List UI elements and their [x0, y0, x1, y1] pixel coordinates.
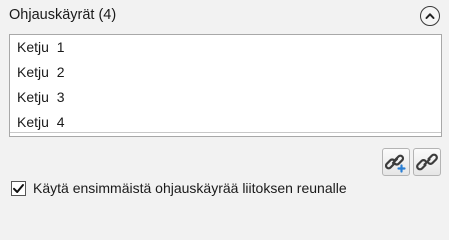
use-first-curve-checkbox[interactable] [11, 180, 26, 196]
guide-curve-list[interactable]: Ketju 1 Ketju 2 Ketju 3 Ketju 4 [9, 34, 442, 137]
list-divider [10, 132, 441, 133]
link-icon [416, 153, 438, 171]
guide-curves-panel: Ohjauskäyrät (4) Ketju 1 Ketju 2 Ketju 3… [0, 0, 449, 204]
list-item[interactable]: Ketju 1 [17, 35, 64, 59]
section-title: Ohjauskäyrät (4) [9, 7, 117, 23]
add-link-button[interactable] [382, 148, 410, 176]
use-first-curve-label: Käytä ensimmäistä ohjauskäyrää liitoksen… [33, 180, 347, 196]
list-item[interactable]: Ketju 2 [17, 60, 64, 84]
list-item[interactable]: Ketju 3 [17, 85, 64, 109]
link-button[interactable] [413, 148, 441, 176]
chevron-up-icon [425, 13, 435, 19]
checkmark-icon [13, 183, 24, 193]
use-first-curve-option[interactable]: Käytä ensimmäistä ohjauskäyrää liitoksen… [11, 179, 347, 197]
section-header[interactable]: Ohjauskäyrät (4) [0, 0, 449, 34]
list-item[interactable]: Ketju 4 [17, 110, 64, 134]
collapse-button[interactable] [420, 6, 440, 26]
link-add-icon [385, 154, 406, 173]
